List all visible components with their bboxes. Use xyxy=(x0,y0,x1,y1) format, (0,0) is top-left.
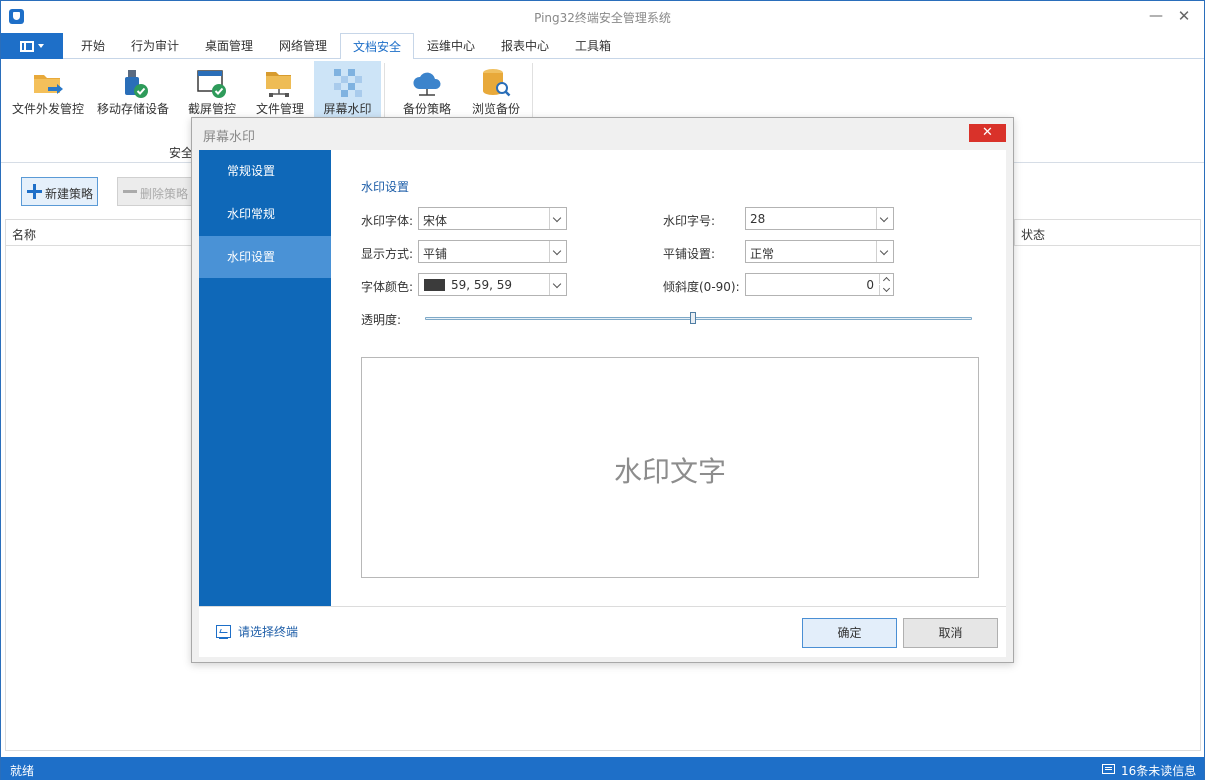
ribbon-label: 截屏管控 xyxy=(187,102,236,116)
font-size-label: 水印字号: xyxy=(663,214,716,228)
folder-send-icon xyxy=(34,75,63,94)
dialog-body: 常规设置 水印常规 水印设置 水印设置 水印字体: 宋体 水印字号: 28 显示… xyxy=(199,150,1006,606)
font-color-label: 字体颜色: xyxy=(361,280,414,294)
tilt-label: 倾斜度(0-90): xyxy=(663,280,740,294)
screen-watermark-dialog: 屏幕水印 ✕ 常规设置 水印常规 水印设置 水印设置 水印字体: 宋体 水印字号… xyxy=(191,117,1014,663)
delete-policy-button[interactable]: 删除策略 xyxy=(117,177,193,206)
font-size-value: 28 xyxy=(750,212,766,226)
tab-behavior-audit[interactable]: 行为审计 xyxy=(121,33,189,59)
watermark-preview: 水印文字 xyxy=(361,357,979,578)
usb-check-icon xyxy=(125,70,148,98)
display-mode-value: 平铺 xyxy=(423,247,448,261)
select-terminal-link[interactable]: 请选择终端 xyxy=(238,623,298,640)
sidebar-item-general-settings[interactable]: 常规设置 xyxy=(199,150,331,192)
watermark-icon xyxy=(334,69,362,97)
display-mode-select[interactable]: 平铺 xyxy=(418,240,567,263)
ribbon-file-send-control[interactable]: 文件外发管控 xyxy=(9,61,87,119)
chevron-down-icon xyxy=(876,208,893,229)
font-color-select[interactable]: 59, 59, 59 xyxy=(418,273,567,296)
ribbon-backup-policy[interactable]: 备份策略 xyxy=(397,61,457,119)
tab-report-center[interactable]: 报表中心 xyxy=(491,33,559,59)
ribbon-label: 文件外发管控 xyxy=(11,102,84,116)
preview-text: 水印文字 xyxy=(613,455,726,488)
cloud-icon xyxy=(413,72,441,96)
tab-toolbox[interactable]: 工具箱 xyxy=(565,33,621,59)
ribbon-browse-backup[interactable]: 浏览备份 xyxy=(466,61,526,119)
tab-start[interactable]: 开始 xyxy=(67,33,119,59)
close-window-button[interactable]: ✕ xyxy=(1172,6,1196,26)
spin-down-icon[interactable] xyxy=(879,285,893,295)
tile-setting-select[interactable]: 正常 xyxy=(745,240,894,263)
title-bar: Ping32终端安全管理系统 — ✕ xyxy=(1,1,1204,33)
tab-network-management[interactable]: 网络管理 xyxy=(269,33,337,59)
ribbon-screenshot-control[interactable]: 截屏管控 xyxy=(183,61,241,119)
color-swatch xyxy=(424,279,445,291)
delete-policy-label: 删除策略 xyxy=(140,187,189,201)
column-divider xyxy=(1014,220,1015,246)
opacity-slider-thumb[interactable] xyxy=(690,312,697,324)
menu-tabs: 开始 行为审计 桌面管理 网络管理 文档安全 运维中心 报表中心 工具箱 xyxy=(1,33,1204,60)
caret-down-icon xyxy=(38,44,44,48)
column-header-status[interactable]: 状态 xyxy=(1021,226,1045,243)
plus-icon xyxy=(27,184,42,199)
tile-setting-value: 正常 xyxy=(750,247,775,261)
chevron-down-icon xyxy=(549,241,566,262)
dialog-title: 屏幕水印 xyxy=(203,130,256,145)
cancel-button[interactable]: 取消 xyxy=(903,618,998,648)
ribbon-label: 浏览备份 xyxy=(471,102,520,116)
font-size-select[interactable]: 28 xyxy=(745,207,894,230)
screenshot-check-icon xyxy=(197,70,226,98)
tab-document-security[interactable]: 文档安全 xyxy=(340,33,414,60)
new-policy-label: 新建策略 xyxy=(45,187,94,201)
new-policy-button[interactable]: 新建策略 xyxy=(21,177,98,206)
database-search-icon xyxy=(483,69,511,97)
ribbon-label: 备份策略 xyxy=(402,102,451,116)
chevron-down-icon xyxy=(549,208,566,229)
tab-operations-center[interactable]: 运维中心 xyxy=(417,33,485,59)
sidebar-item-watermark-settings[interactable]: 水印设置 xyxy=(199,236,331,278)
status-text: 就绪 xyxy=(10,764,35,778)
ribbon-file-management[interactable]: 文件管理 xyxy=(251,61,309,119)
opacity-slider-track[interactable] xyxy=(425,317,972,320)
terminal-icon xyxy=(216,625,231,639)
ribbon-label: 移动存储设备 xyxy=(96,102,169,116)
opacity-label: 透明度: xyxy=(361,313,402,327)
section-title: 水印设置 xyxy=(361,180,410,194)
font-value: 宋体 xyxy=(423,214,448,228)
chevron-down-icon xyxy=(549,274,566,295)
ribbon-label: 屏幕水印 xyxy=(323,102,372,116)
font-label: 水印字体: xyxy=(361,214,414,228)
ribbon-divider xyxy=(384,63,385,117)
footer-left: 请选择终端 xyxy=(199,607,331,657)
tab-desktop-management[interactable]: 桌面管理 xyxy=(195,33,263,59)
dialog-close-button[interactable]: ✕ xyxy=(969,124,1006,142)
ribbon-screen-watermark[interactable]: 屏幕水印 xyxy=(314,61,381,119)
window-title: Ping32终端安全管理系统 xyxy=(534,11,671,25)
minus-icon xyxy=(123,190,137,193)
menu-panel-icon xyxy=(20,41,34,52)
app-menu-button[interactable] xyxy=(1,33,63,59)
ribbon-divider xyxy=(532,63,533,117)
status-bar: 就绪 16条未读信息 xyxy=(1,757,1204,780)
folder-tree-icon xyxy=(266,72,291,97)
tilt-value: 0 xyxy=(866,278,874,292)
chevron-down-icon xyxy=(876,241,893,262)
ok-button[interactable]: 确定 xyxy=(802,618,897,648)
minimize-button[interactable]: — xyxy=(1144,6,1168,26)
dialog-footer: 请选择终端 确定 取消 xyxy=(199,606,1006,657)
unread-messages-link[interactable]: 16条未读信息 xyxy=(1121,762,1196,779)
font-color-value: 59, 59, 59 xyxy=(451,278,513,292)
tilt-stepper[interactable]: 0 xyxy=(745,273,894,296)
ribbon-group-label: 安全 xyxy=(169,146,194,160)
dialog-sidebar: 常规设置 水印常规 水印设置 xyxy=(199,150,331,606)
column-header-name[interactable]: 名称 xyxy=(12,226,36,243)
ribbon-removable-storage[interactable]: 移动存储设备 xyxy=(93,61,173,119)
ribbon-label: 文件管理 xyxy=(255,102,304,116)
sidebar-item-watermark-general[interactable]: 水印常规 xyxy=(199,193,331,235)
spin-up-icon[interactable] xyxy=(879,274,893,284)
tile-setting-label: 平铺设置: xyxy=(663,247,716,261)
message-icon xyxy=(1102,764,1115,774)
font-select[interactable]: 宋体 xyxy=(418,207,567,230)
display-mode-label: 显示方式: xyxy=(361,247,414,261)
